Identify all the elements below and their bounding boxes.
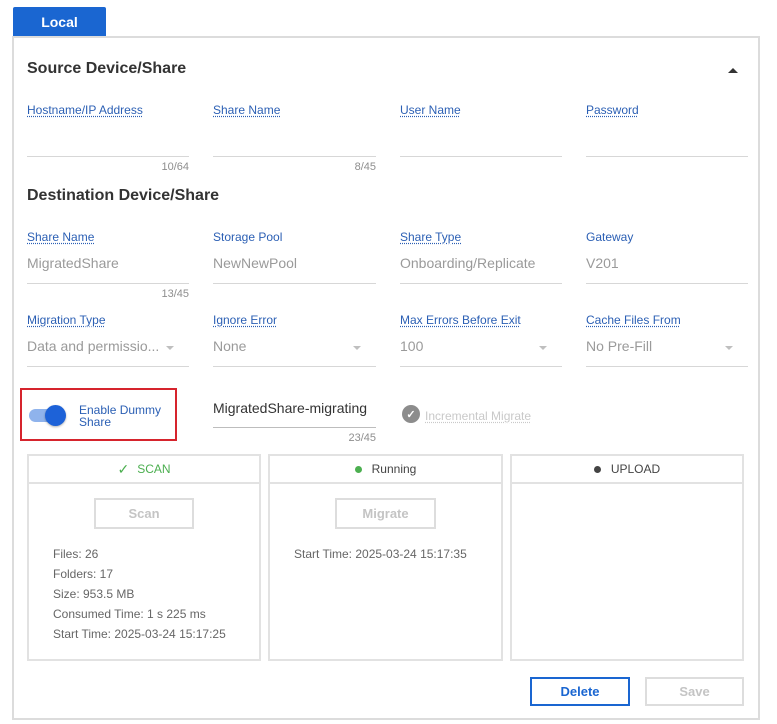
gateway-underline [586, 283, 748, 284]
migrate-status-label: Running [371, 462, 417, 476]
toggle-knob[interactable] [45, 405, 66, 426]
hostname-counter: 10/64 [161, 161, 189, 173]
dummy-share-underline [213, 427, 376, 428]
upload-card-header: UPLOAD [512, 456, 742, 484]
scan-card-header: ✓ SCAN [29, 456, 259, 484]
checkmark-icon: ✓ [117, 460, 130, 477]
share-type-input[interactable]: Onboarding/Replicate [400, 255, 535, 271]
storage-pool-underline [213, 283, 376, 284]
source-share-name-counter: 8/45 [354, 161, 376, 173]
storage-pool-input[interactable]: NewNewPool [213, 255, 297, 271]
storage-pool-label: Storage Pool [213, 230, 283, 244]
dest-share-name-counter: 13/45 [161, 288, 189, 300]
ignore-error-label: Ignore Error [213, 313, 278, 327]
scan-consumed-time: Consumed Time: 1 s 225 ms [53, 607, 206, 621]
dummy-share-toggle-label: Enable Dummy Share [79, 403, 162, 429]
scan-start-time: Start Time: 2025-03-24 15:17:25 [53, 627, 226, 641]
chevron-down-icon[interactable] [725, 346, 733, 350]
tab-local[interactable]: Local [13, 7, 106, 36]
gateway-label: Gateway [586, 230, 634, 244]
destination-section-title: Destination Device/Share [27, 187, 220, 204]
max-errors-underline [400, 366, 562, 367]
migrate-start-time: Start Time: 2025-03-24 15:17:35 [294, 547, 467, 561]
gateway-input[interactable]: V201 [586, 255, 619, 271]
share-type-label: Share Type [400, 230, 462, 244]
hostname-input[interactable] [27, 120, 189, 156]
source-section-title: Source Device/Share [27, 60, 187, 77]
chevron-down-icon[interactable] [166, 346, 174, 350]
password-input[interactable] [586, 120, 748, 156]
cache-files-select[interactable]: No Pre-Fill [586, 338, 652, 354]
username-input[interactable] [400, 120, 562, 156]
dest-share-name-input[interactable]: MigratedShare [27, 255, 119, 271]
migration-type-select[interactable]: Data and permissio... [27, 338, 159, 354]
max-errors-select[interactable]: 100 [400, 338, 423, 354]
share-type-underline [400, 283, 562, 284]
incremental-migrate-label: Incremental Migrate [425, 409, 532, 423]
running-dot-icon [354, 465, 362, 473]
ignore-error-underline [213, 366, 376, 367]
dummy-share-counter: 23/45 [348, 432, 376, 444]
password-underline [586, 156, 748, 157]
username-label: User Name [400, 103, 461, 117]
source-share-name-label: Share Name [213, 103, 281, 117]
source-share-name-underline [213, 156, 376, 157]
password-label: Password [586, 103, 639, 117]
pending-dot-icon [593, 465, 601, 473]
chevron-down-icon[interactable] [353, 346, 361, 350]
delete-button[interactable]: Delete [530, 677, 630, 706]
hostname-label: Hostname/IP Address [27, 103, 143, 117]
chevron-down-icon[interactable] [539, 346, 547, 350]
username-underline [400, 156, 562, 157]
ignore-error-select[interactable]: None [213, 338, 246, 354]
migrate-button[interactable]: Migrate [335, 498, 436, 529]
scan-button[interactable]: Scan [94, 498, 194, 529]
migration-type-label: Migration Type [27, 313, 106, 327]
check-circle-icon[interactable]: ✓ [402, 405, 420, 423]
scan-files: Files: 26 [53, 547, 99, 561]
max-errors-label: Max Errors Before Exit [400, 313, 521, 327]
save-button[interactable]: Save [645, 677, 744, 706]
cache-files-underline [586, 366, 748, 367]
cache-files-label: Cache Files From [586, 313, 681, 327]
migration-type-underline [27, 366, 189, 367]
upload-status-label: UPLOAD [610, 462, 661, 476]
hostname-underline [27, 156, 189, 157]
scan-stats: Files: 26 Folders: 17 Size: 953.5 MB Con… [53, 544, 226, 644]
scan-status-label: SCAN [137, 462, 171, 476]
migrate-stats: Start Time: 2025-03-24 15:17:35 [294, 544, 467, 564]
upload-card: UPLOAD [510, 454, 744, 661]
migrate-card-header: Running [270, 456, 501, 484]
scan-folders: Folders: 17 [53, 567, 114, 581]
dest-share-name-underline [27, 283, 189, 284]
source-share-name-input[interactable] [213, 120, 376, 156]
dest-share-name-label: Share Name [27, 230, 95, 244]
scan-size: Size: 953.5 MB [53, 587, 135, 601]
collapse-up-icon[interactable] [728, 68, 738, 73]
dummy-share-name-input[interactable]: MigratedShare-migrating [213, 400, 367, 416]
